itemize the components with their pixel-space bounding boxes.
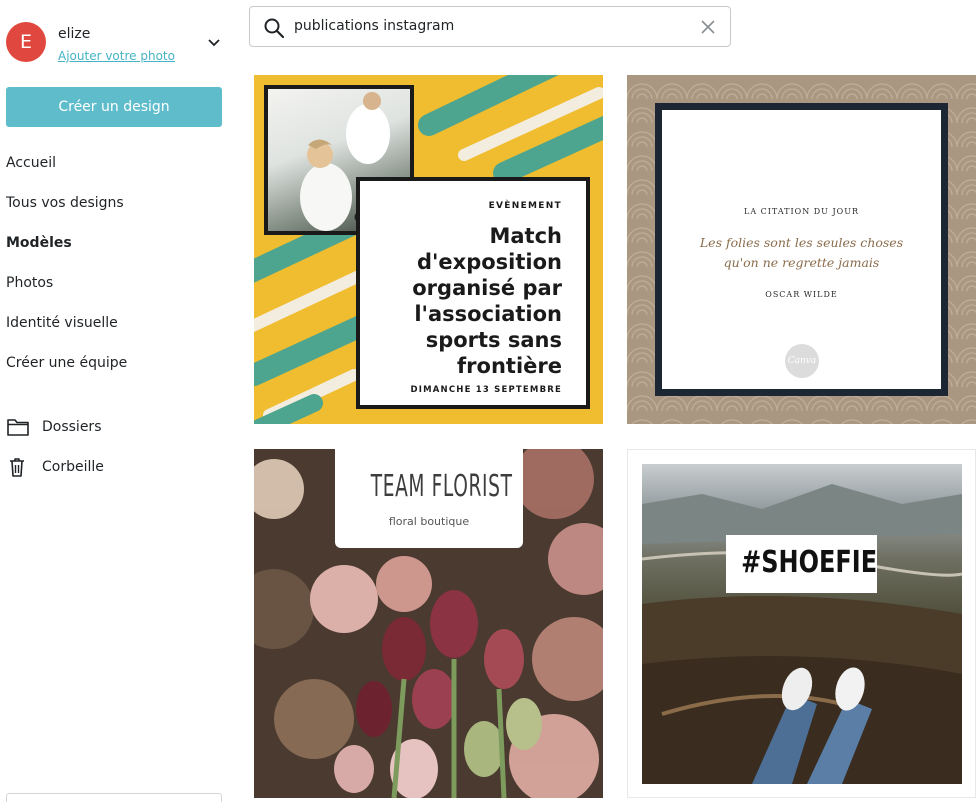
sidebar: E elize Ajouter votre photo Créer un des…	[0, 0, 236, 802]
quote-author: OSCAR WILDE	[765, 290, 838, 299]
landscape-feet-illustration	[642, 484, 962, 784]
event-label: EVÈNEMENT	[488, 201, 562, 211]
sidebar-item-folders[interactable]: Dossiers	[6, 407, 228, 447]
sidebar-item-accueil[interactable]: Accueil	[6, 143, 228, 183]
sidebar-secondary-nav: Dossiers Corbeille	[6, 407, 228, 487]
avatar[interactable]: E	[6, 22, 46, 62]
template-card-shoefie[interactable]: #SHOEFIE	[627, 449, 976, 798]
template-card-quote[interactable]: LA CITATION DU JOUR Les folies sont les …	[627, 75, 976, 424]
search-icon	[264, 18, 285, 39]
create-design-button[interactable]: Créer un design	[6, 87, 222, 127]
quote-heading: LA CITATION DU JOUR	[744, 207, 859, 216]
sidebar-nav: Accueil Tous vos designs Modèles Photos …	[6, 143, 228, 383]
shoefie-tag: #SHOEFIE	[726, 535, 877, 593]
sidebar-item-all-designs[interactable]: Tous vos designs	[6, 183, 228, 223]
event-date: DIMANCHE 13 SEPTEMBRE	[410, 385, 562, 395]
template-card-florist[interactable]: TEAM FLORIST floral boutique	[254, 449, 603, 798]
florist-title: TEAM FLORIST	[370, 469, 513, 504]
shoefie-tag-text: #SHOEFIE	[741, 545, 878, 580]
account-name: elize	[58, 26, 91, 42]
sidebar-item-templates[interactable]: Modèles	[6, 223, 228, 263]
florist-subtitle: floral boutique	[388, 515, 470, 528]
quote-text: Les folies sont les seules choses qu'on …	[699, 235, 904, 270]
sidebar-item-label: Dossiers	[42, 419, 102, 435]
search-input[interactable]: publications instagram	[294, 18, 454, 34]
quote-frame: LA CITATION DU JOUR Les folies sont les …	[655, 103, 948, 396]
chevron-down-icon[interactable]	[206, 34, 222, 50]
account-menu[interactable]: E elize Ajouter votre photo	[6, 22, 228, 64]
sidebar-item-label: Corbeille	[42, 459, 104, 475]
add-photo-link[interactable]: Ajouter votre photo	[58, 49, 175, 63]
event-text-box: EVÈNEMENT Match d'exposition organisé pa…	[356, 177, 590, 409]
florist-label: TEAM FLORIST floral boutique	[335, 449, 523, 548]
sidebar-item-photos[interactable]: Photos	[6, 263, 228, 303]
template-card-tennis-event[interactable]: EVÈNEMENT Match d'exposition organisé pa…	[254, 75, 603, 424]
sidebar-item-brand-identity[interactable]: Identité visuelle	[6, 303, 228, 343]
canva-logo: Canva	[785, 344, 819, 378]
sidebar-bottom-panel[interactable]	[6, 793, 222, 802]
search-bar[interactable]: publications instagram	[249, 6, 731, 47]
shoefie-photo: #SHOEFIE	[642, 464, 962, 784]
sidebar-item-trash[interactable]: Corbeille	[6, 447, 228, 487]
close-icon[interactable]	[700, 19, 716, 35]
trash-icon	[10, 458, 24, 477]
folder-icon	[7, 419, 29, 436]
sidebar-item-create-team[interactable]: Créer une équipe	[6, 343, 228, 383]
event-title: Match d'exposition organisé par l'associ…	[412, 224, 562, 378]
